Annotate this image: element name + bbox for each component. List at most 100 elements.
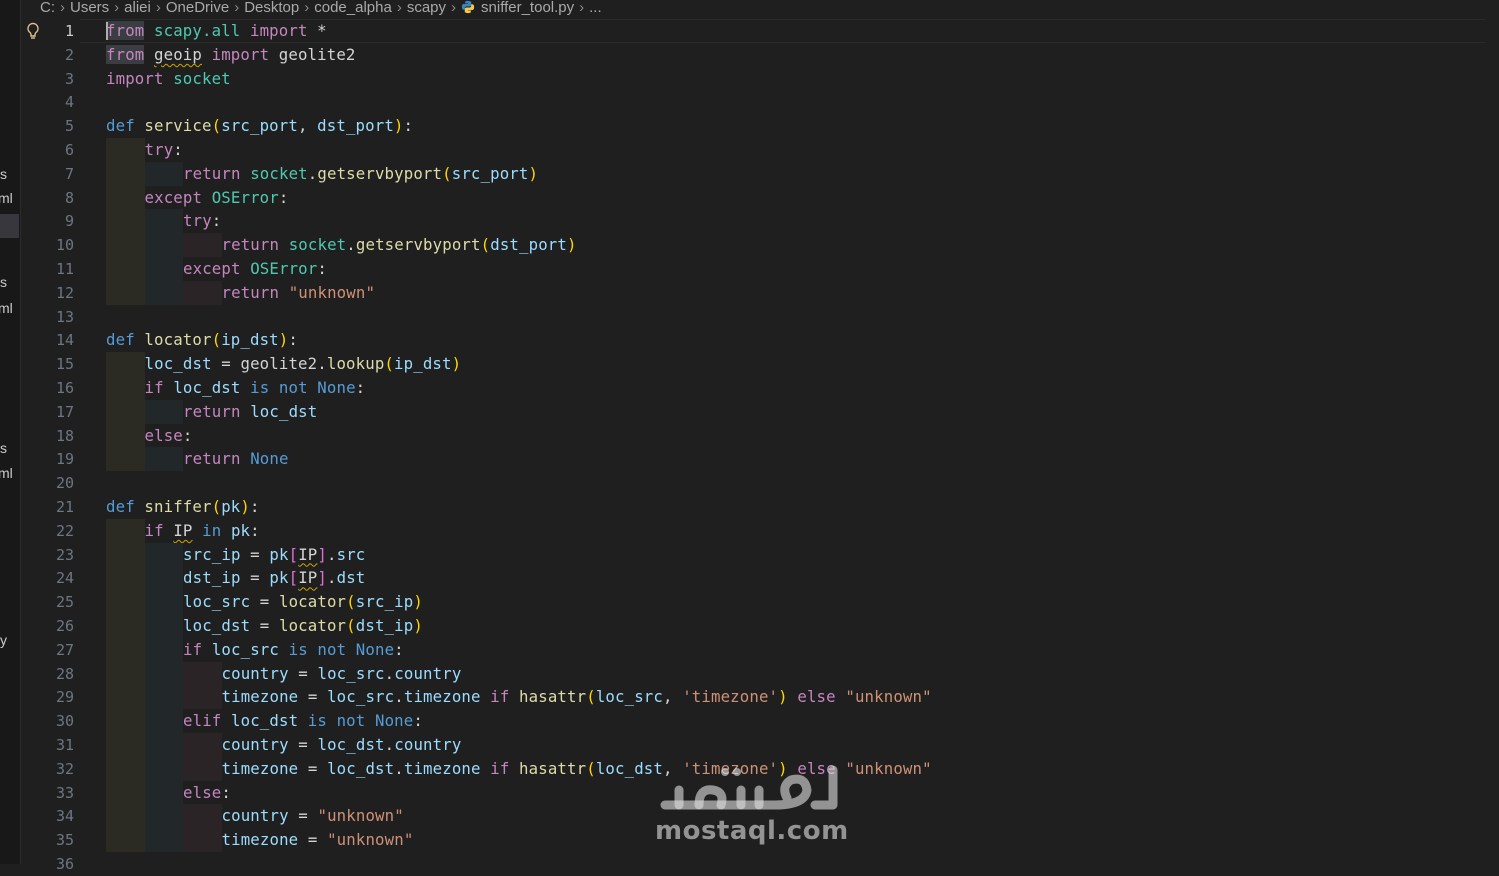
breadcrumb-item[interactable]: sniffer_tool.py <box>481 0 574 16</box>
code-line[interactable]: 9 try: <box>20 209 1499 234</box>
code-line[interactable]: 7 return socket.getservbyport(src_port) <box>20 161 1499 186</box>
code-line[interactable]: 23 src_ip = pk[IP].src <box>20 542 1499 567</box>
sidebar-file-fragment[interactable]: ml <box>0 465 13 481</box>
code-line[interactable]: 1 from scapy.all import * <box>20 19 1499 43</box>
indent-guide <box>144 566 183 591</box>
line-number[interactable]: 5 <box>20 114 74 138</box>
breadcrumb-item[interactable]: Users <box>70 0 109 16</box>
line-number[interactable]: 26 <box>20 614 74 638</box>
line-number[interactable]: 6 <box>20 138 74 162</box>
line-number[interactable]: 25 <box>20 590 74 614</box>
code-line[interactable]: 30 elif loc_dst is not None: <box>20 709 1499 734</box>
line-number[interactable]: 18 <box>20 424 74 448</box>
code-line[interactable]: 20 <box>20 471 1499 495</box>
sidebar-selected-item[interactable] <box>0 214 19 238</box>
code-line[interactable]: 11 except OSError: <box>20 257 1499 281</box>
code-line[interactable]: 25 loc_src = locator(src_ip) <box>20 590 1499 615</box>
sidebar-file-fragment[interactable]: ml <box>0 300 13 316</box>
code-line[interactable]: 31 country = loc_dst.country <box>20 733 1499 757</box>
sidebar-file-fragment[interactable]: y <box>0 632 7 648</box>
line-number[interactable]: 32 <box>20 757 74 781</box>
breadcrumb-item[interactable]: OneDrive <box>166 0 229 16</box>
line-number[interactable]: 16 <box>20 376 74 400</box>
line-number[interactable]: 4 <box>20 90 74 114</box>
code-line[interactable]: 13 <box>20 305 1499 329</box>
code-editor[interactable]: 1 from scapy.all import * 2 from geoip impo… <box>20 19 1499 873</box>
line-number[interactable]: 9 <box>20 209 74 233</box>
code-line[interactable]: 22 if IP in pk: <box>20 518 1499 543</box>
code-line[interactable]: 21 def sniffer(pk): <box>20 495 1499 519</box>
code-line[interactable]: 33 else: <box>20 780 1499 805</box>
code-line[interactable]: 4 <box>20 90 1499 114</box>
indent-guide <box>106 257 145 281</box>
line-number[interactable]: 31 <box>20 733 74 757</box>
code-line[interactable]: 5 def service(src_port, dst_port): <box>20 114 1499 138</box>
explorer-sidebar[interactable]: s ml s ml s ml y <box>0 0 21 864</box>
line-number[interactable]: 30 <box>20 709 74 733</box>
chevron-right-icon: › <box>114 0 120 16</box>
line-number[interactable]: 14 <box>20 328 74 352</box>
code-line[interactable]: 19 return None <box>20 447 1499 472</box>
vertical-scrollbar[interactable] <box>1485 19 1499 864</box>
line-number[interactable]: 15 <box>20 352 74 376</box>
code-line[interactable]: 17 return loc_dst <box>20 399 1499 424</box>
line-number[interactable]: 21 <box>20 495 74 519</box>
code-text: def locator(ip_dst): <box>106 330 298 350</box>
breadcrumb-item[interactable]: scapy <box>407 0 446 16</box>
line-number[interactable]: 28 <box>20 662 74 686</box>
code-line[interactable]: 28 country = loc_src.country <box>20 661 1499 686</box>
line-number[interactable]: 11 <box>20 257 74 281</box>
line-number[interactable]: 10 <box>20 233 74 257</box>
code-line[interactable]: 34 country = "unknown" <box>20 804 1499 829</box>
breadcrumb-item[interactable]: C: <box>40 0 55 16</box>
line-number[interactable]: 34 <box>20 804 74 828</box>
indent-guide <box>106 423 145 448</box>
breadcrumb-item[interactable]: aliei <box>124 0 151 16</box>
line-number[interactable]: 13 <box>20 305 74 329</box>
code-line[interactable]: 12 return "unknown" <box>20 280 1499 305</box>
line-number[interactable]: 19 <box>20 447 74 471</box>
code-line[interactable]: 35 timezone = "unknown" <box>20 828 1499 853</box>
line-number[interactable]: 33 <box>20 781 74 805</box>
code-line[interactable]: 6 try: <box>20 138 1499 162</box>
code-line[interactable]: 24 dst_ip = pk[IP].dst <box>20 566 1499 591</box>
code-text: loc_src = locator(src_ip) <box>183 592 423 612</box>
line-number[interactable]: 2 <box>20 43 74 67</box>
line-number[interactable]: 24 <box>20 566 74 590</box>
code-line[interactable]: 2 from geoip import geolite2 <box>20 43 1499 67</box>
code-line[interactable]: 14 def locator(ip_dst): <box>20 328 1499 352</box>
line-number[interactable]: 20 <box>20 471 74 495</box>
line-number[interactable]: 8 <box>20 186 74 210</box>
code-line[interactable]: 10 return socket.getservbyport(dst_port) <box>20 233 1499 258</box>
breadcrumb-item[interactable]: ... <box>589 0 602 16</box>
code-line[interactable]: 29 timezone = loc_src.timezone if hasattr… <box>20 685 1499 710</box>
line-number[interactable]: 29 <box>20 685 74 709</box>
code-line[interactable]: 26 loc_dst = locator(dst_ip) <box>20 614 1499 638</box>
line-number[interactable]: 27 <box>20 638 74 662</box>
code-line[interactable]: 16 if loc_dst is not None: <box>20 376 1499 400</box>
code-line[interactable]: 18 else: <box>20 423 1499 448</box>
code-line[interactable]: 32 timezone = loc_dst.timezone if hasattr… <box>20 756 1499 781</box>
line-number[interactable]: 22 <box>20 519 74 543</box>
line-number[interactable]: 7 <box>20 162 74 186</box>
line-number[interactable]: 1 <box>20 19 74 43</box>
sidebar-file-fragment[interactable]: s <box>0 274 7 290</box>
line-number[interactable]: 36 <box>20 852 74 876</box>
line-number[interactable]: 12 <box>20 281 74 305</box>
line-number[interactable]: 23 <box>20 543 74 567</box>
breadcrumb-item[interactable]: Desktop <box>244 0 299 16</box>
line-number[interactable]: 35 <box>20 828 74 852</box>
code-line[interactable]: 8 except OSError: <box>20 185 1499 210</box>
sidebar-file-fragment[interactable]: s <box>0 166 7 182</box>
code-line[interactable]: 36 <box>20 852 1499 876</box>
breadcrumb-item[interactable]: code_alpha <box>314 0 392 16</box>
indent-guide <box>144 685 183 710</box>
code-line[interactable]: 27 if loc_src is not None: <box>20 637 1499 662</box>
code-line[interactable]: 3 import socket <box>20 67 1499 91</box>
code-line[interactable]: 15 loc_dst = geolite2.lookup(ip_dst) <box>20 352 1499 377</box>
breadcrumb: C: › Users › aliei › OneDrive › Desktop › code_alp… <box>20 0 1499 18</box>
sidebar-file-fragment[interactable]: ml <box>0 190 13 206</box>
sidebar-file-fragment[interactable]: s <box>0 440 7 456</box>
line-number[interactable]: 17 <box>20 400 74 424</box>
line-number[interactable]: 3 <box>20 67 74 91</box>
